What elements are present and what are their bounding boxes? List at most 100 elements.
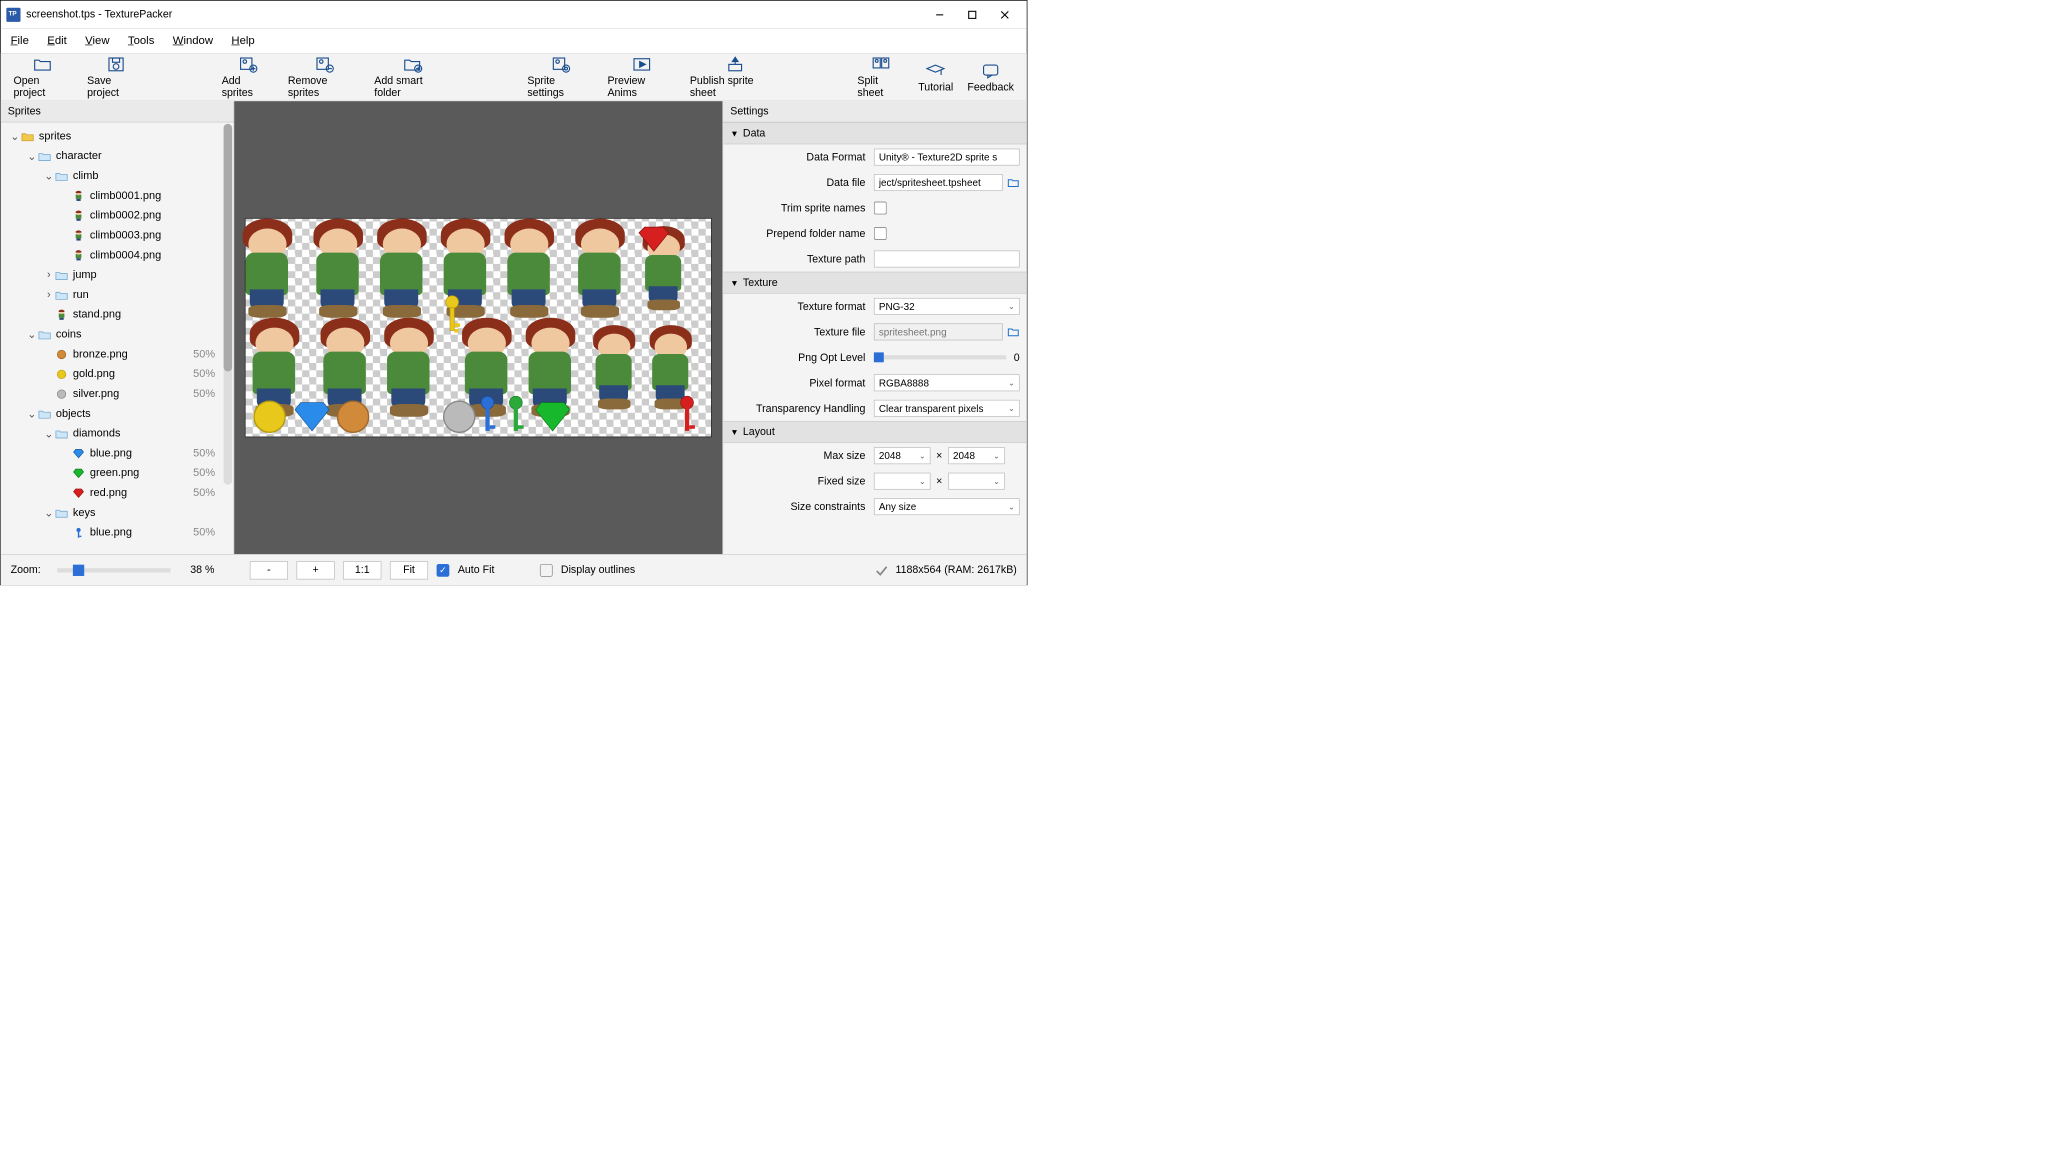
tree-row[interactable]: bronze.png50%	[1, 345, 234, 365]
folder-icon	[38, 329, 52, 340]
tree-item-meta: 50%	[193, 368, 215, 381]
section-data-header[interactable]: ▼Data	[723, 122, 1027, 144]
zoom-1to1-button[interactable]: 1:1	[343, 561, 381, 579]
tree-row[interactable]: blue.png50%	[1, 444, 234, 464]
browse-folder-icon[interactable]	[1007, 325, 1020, 338]
trim-sprite-names-checkbox[interactable]	[874, 202, 887, 215]
zoom-out-button[interactable]: -	[250, 561, 288, 579]
tree-item-meta: 50%	[193, 487, 215, 500]
close-button[interactable]	[989, 3, 1022, 26]
sprite-sheet	[245, 218, 712, 437]
open-project-button[interactable]: Open project	[6, 54, 80, 101]
tree-row[interactable]: blue.png50%	[1, 523, 234, 543]
chevron-right-icon[interactable]: ›	[43, 269, 54, 282]
tree-row[interactable]: climb0002.png	[1, 206, 234, 226]
menu-file[interactable]: File	[11, 35, 29, 48]
menu-edit[interactable]: Edit	[47, 35, 67, 48]
add-sprites-button[interactable]: Add sprites	[215, 54, 281, 101]
tree-row[interactable]: stand.png	[1, 305, 234, 325]
menubar: File Edit View Tools Window Help	[1, 29, 1027, 53]
texture-format-select[interactable]: PNG-32⌄	[874, 298, 1020, 315]
tree-row[interactable]: red.png50%	[1, 483, 234, 503]
smart-folder-icon	[401, 55, 424, 73]
png-opt-slider[interactable]	[874, 355, 1007, 359]
tree-row[interactable]: climb0001.png	[1, 186, 234, 206]
add-smart-folder-button[interactable]: Add smart folder	[367, 54, 457, 101]
zoom-slider[interactable]	[57, 568, 170, 572]
tree-row[interactable]: ⌄character	[1, 146, 234, 166]
canvas-panel[interactable]	[234, 101, 722, 554]
tree-item-label: diamonds	[73, 427, 215, 440]
menu-view[interactable]: View	[85, 35, 109, 48]
zoom-label: Zoom:	[11, 564, 49, 576]
tree-item-label: climb	[73, 170, 215, 183]
triangle-down-icon: ▼	[730, 128, 738, 138]
folder-yellow-icon	[21, 131, 35, 142]
chevron-down-icon[interactable]: ⌄	[26, 328, 37, 341]
tree-row[interactable]: ⌄ climb	[1, 166, 234, 186]
tree-item-label: objects	[56, 408, 215, 421]
zoom-in-button[interactable]: +	[296, 561, 334, 579]
tree-scrollbar[interactable]	[224, 124, 232, 485]
prepend-folder-name-checkbox[interactable]	[874, 227, 887, 240]
tree-row[interactable]: ⌄ diamonds	[1, 424, 234, 444]
texture-path-input[interactable]	[874, 250, 1020, 267]
texture-file-input[interactable]	[874, 323, 1003, 340]
split-sheet-button[interactable]: Split sheet	[850, 54, 911, 101]
section-layout-header[interactable]: ▼Layout	[723, 421, 1027, 443]
menu-help[interactable]: Help	[231, 35, 254, 48]
preview-anims-button[interactable]: Preview Anims	[600, 54, 682, 101]
fixed-size-height-select[interactable]: ⌄	[948, 473, 1005, 490]
tree-row[interactable]: ⌄coins	[1, 325, 234, 345]
tree-row[interactable]: ›run	[1, 285, 234, 305]
fixed-size-width-select[interactable]: ⌄	[874, 473, 931, 490]
tree-row[interactable]: climb0003.png	[1, 226, 234, 246]
remove-sprites-button[interactable]: Remove sprites	[281, 54, 367, 101]
tutorial-button[interactable]: Tutorial	[911, 54, 960, 101]
browse-folder-icon[interactable]	[1007, 176, 1020, 189]
display-outlines-checkbox[interactable]	[540, 564, 553, 577]
chevron-down-icon[interactable]: ⌄	[26, 407, 37, 420]
menu-window[interactable]: Window	[173, 35, 213, 48]
sprite-tree[interactable]: ⌄sprites⌄character⌄climbclimb0001.pngcli…	[1, 122, 234, 554]
auto-fit-checkbox[interactable]: ✓	[437, 564, 450, 577]
save-icon	[105, 55, 128, 73]
add-sprite-icon	[236, 55, 259, 73]
tree-row[interactable]: climb0004.png	[1, 246, 234, 266]
max-size-height-select[interactable]: 2048⌄	[948, 447, 1005, 464]
sprite-settings-button[interactable]: Sprite settings	[520, 54, 600, 101]
chevron-down-icon[interactable]: ⌄	[26, 150, 37, 163]
tree-row[interactable]: ⌄ objects	[1, 404, 234, 424]
chevron-right-icon[interactable]: ›	[43, 289, 54, 302]
minimize-button[interactable]	[923, 3, 956, 26]
chevron-down-icon[interactable]: ⌄	[43, 169, 54, 182]
tree-row[interactable]: silver.png50%	[1, 384, 234, 404]
char-icon	[71, 210, 85, 221]
feedback-button[interactable]: Feedback	[960, 54, 1021, 101]
size-constraints-select[interactable]: Any size⌄	[874, 498, 1020, 515]
chevron-down-icon[interactable]: ⌄	[43, 427, 54, 440]
folder-icon	[54, 507, 68, 518]
tree-row[interactable]: ⌄keys	[1, 503, 234, 523]
tree-scrollbar-thumb[interactable]	[224, 124, 232, 372]
chevron-down-icon[interactable]: ⌄	[43, 506, 54, 519]
maximize-button[interactable]	[956, 3, 989, 26]
chevron-down-icon[interactable]: ⌄	[9, 130, 20, 143]
section-texture-header[interactable]: ▼Texture	[723, 272, 1027, 294]
tree-row[interactable]: gold.png50%	[1, 364, 234, 384]
data-format-select[interactable]: Unity® - Texture2D sprite s	[874, 149, 1020, 166]
menu-tools[interactable]: Tools	[128, 35, 154, 48]
max-size-width-select[interactable]: 2048⌄	[874, 447, 931, 464]
zoom-fit-button[interactable]: Fit	[390, 561, 428, 579]
pixel-format-select[interactable]: RGBA8888⌄	[874, 374, 1020, 391]
tree-row[interactable]: ›jump	[1, 265, 234, 285]
transparency-handling-select[interactable]: Clear transparent pixels⌄	[874, 400, 1020, 417]
publish-button[interactable]: Publish sprite sheet	[683, 54, 788, 101]
save-project-button[interactable]: Save project	[80, 54, 152, 101]
data-file-input[interactable]	[874, 174, 1003, 191]
tree-item-label: climb0002.png	[90, 209, 215, 222]
tree-row[interactable]: green.png50%	[1, 463, 234, 483]
char-icon	[71, 190, 85, 201]
folder-icon	[54, 428, 68, 439]
tree-row[interactable]: ⌄sprites	[1, 127, 234, 147]
